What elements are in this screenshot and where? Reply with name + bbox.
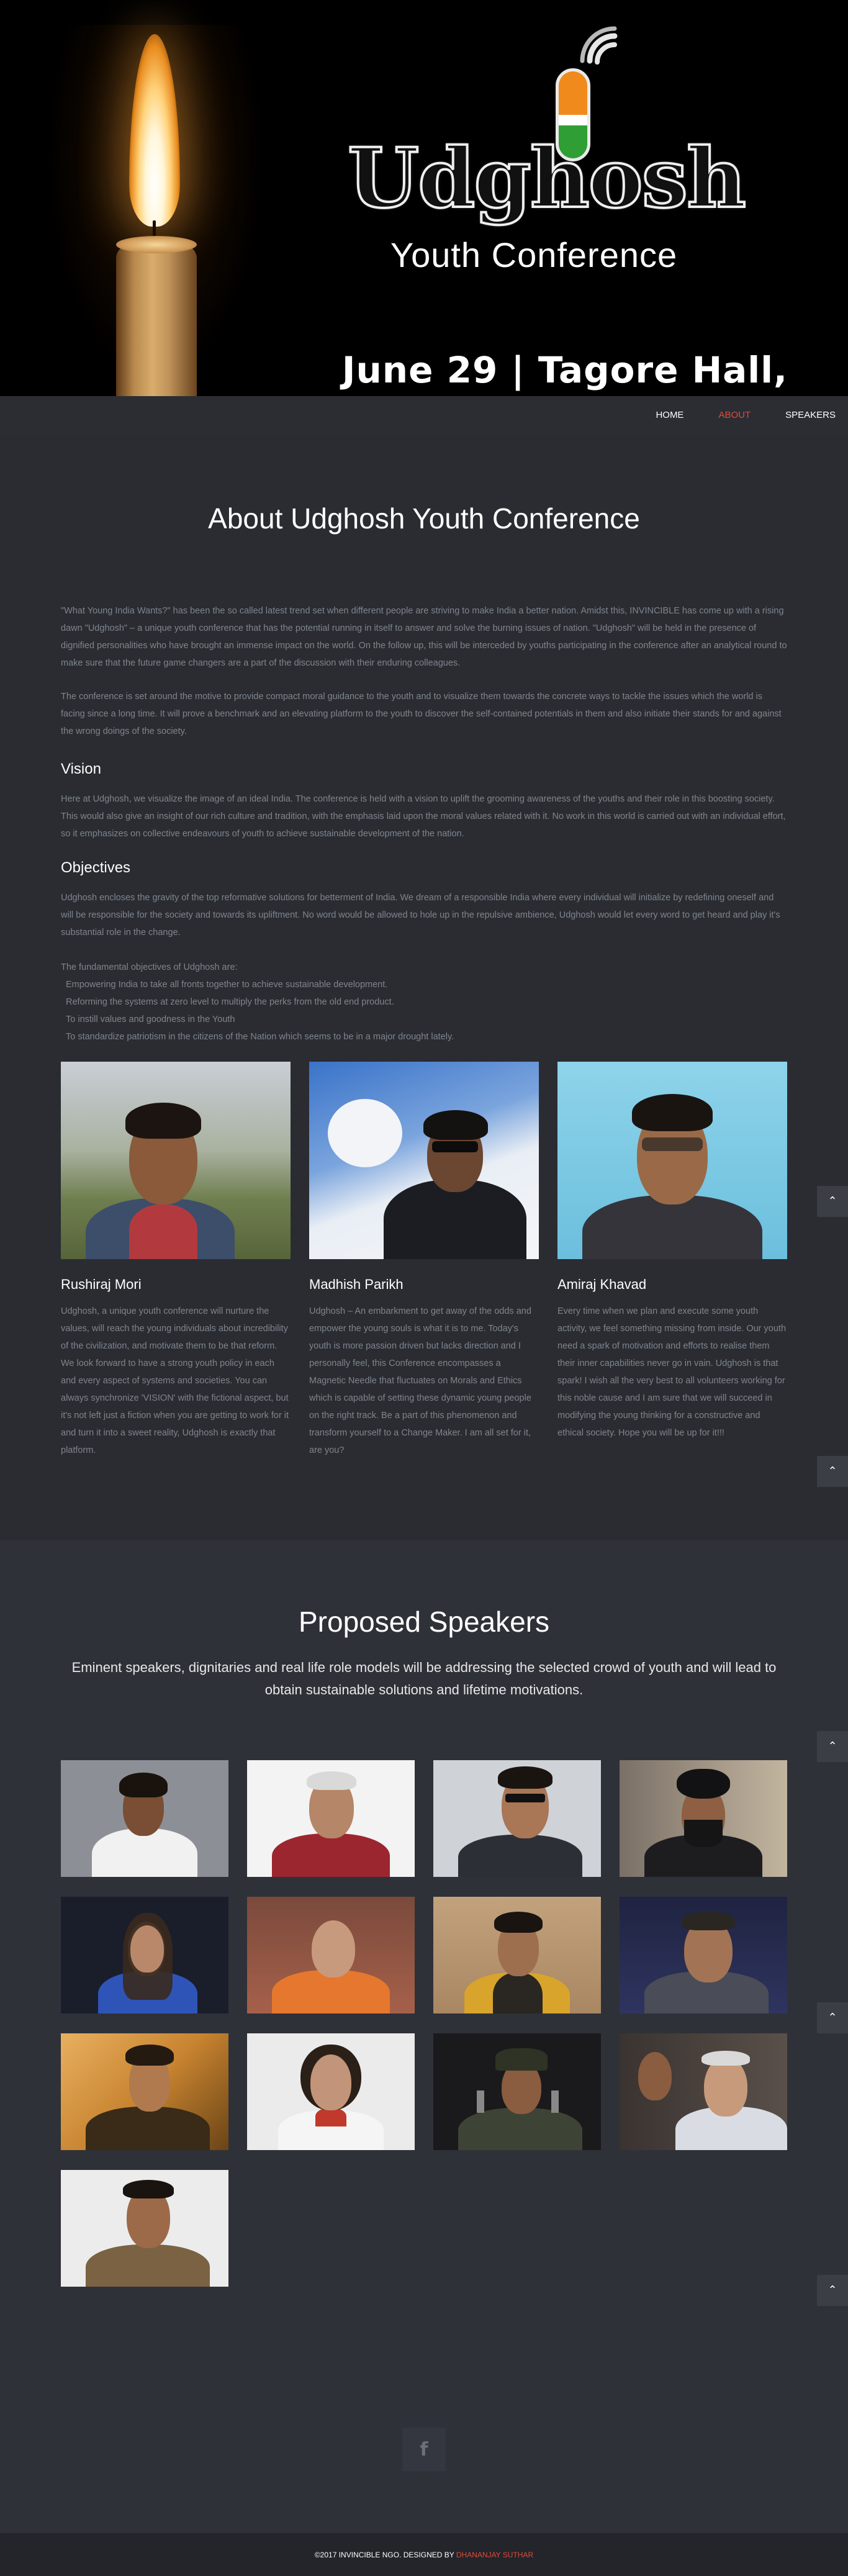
list-item: Reforming the systems at zero level to m… (66, 997, 394, 1007)
speaker-photo[interactable] (433, 2033, 601, 2150)
brand-tagline: Youth Conference (390, 235, 678, 274)
speaker-photo[interactable] (247, 1760, 415, 1877)
nav-links: Home About Speakers (656, 410, 836, 420)
footer-credits: ©2017 INVINCIBLE NGO. DESIGNED BY DHANAN… (0, 2551, 848, 2559)
organiser-photo (557, 1062, 787, 1259)
organiser-photo (309, 1062, 539, 1259)
about-intro-paragraph-2: The conference is set around the motive … (61, 692, 782, 736)
site-footer: ©2017 INVINCIBLE NGO. DESIGNED BY DHANAN… (0, 2533, 848, 2576)
organiser-card: Amiraj Khavad Every time when we plan an… (557, 1062, 787, 1442)
speaker-photo[interactable] (61, 1897, 228, 2013)
vision-heading: Vision (61, 761, 101, 777)
list-item: To standardize patriotism in the citizen… (66, 1032, 454, 1042)
chevron-up-icon: ⌃ (828, 2011, 837, 2024)
organiser-card: Madhish Parikh Udghosh – An embarkment t… (309, 1062, 539, 1459)
facebook-icon: f (420, 2438, 428, 2461)
organiser-name: Amiraj Khavad (557, 1277, 647, 1292)
vision-text: Here at Udghosh, we visualize the image … (61, 794, 786, 839)
chevron-up-icon: ⌃ (828, 1465, 837, 1478)
speakers-title: Proposed Speakers (298, 1606, 550, 1638)
organiser-name: Rushiraj Mori (61, 1277, 142, 1292)
designer-link[interactable]: DHANANJAY SUTHAR (456, 2551, 533, 2559)
organiser-name: Madhish Parikh (309, 1277, 404, 1292)
udghosh-logo: Udghosh Youth Conference (346, 19, 747, 279)
speakers-section: Proposed Speakers Eminent speakers, dign… (0, 1540, 848, 2533)
nav-speakers[interactable]: Speakers (785, 410, 836, 420)
speaker-photo[interactable] (61, 2170, 228, 2287)
speaker-photo[interactable] (433, 1760, 601, 1877)
speaker-photo[interactable] (620, 1897, 787, 2013)
footer-copyright: ©2017 INVINCIBLE NGO. DESIGNED BY (314, 2551, 454, 2559)
organiser-message: Every time when we plan and execute some… (557, 1306, 787, 1438)
nav-home[interactable]: Home (656, 410, 683, 420)
organiser-card: Rushiraj Mori Udghosh, a unique youth co… (61, 1062, 291, 1459)
facebook-button[interactable]: f (402, 2428, 446, 2471)
scroll-to-top-button[interactable]: ⌃ (817, 2275, 848, 2306)
brand-name: Udghosh (346, 129, 747, 228)
chevron-up-icon: ⌃ (828, 1740, 837, 1753)
objectives-list: Empowering India to take all fronts toge… (61, 976, 787, 1046)
objectives-text: Udghosh encloses the gravity of the top … (61, 893, 780, 938)
chevron-up-icon: ⌃ (828, 1195, 837, 1208)
speaker-photo[interactable] (247, 1897, 415, 2013)
scroll-to-top-button[interactable]: ⌃ (817, 1731, 848, 1762)
event-date-venue: June 29 | Tagore Hall, A'bad (341, 349, 788, 396)
scroll-to-top-button[interactable]: ⌃ (817, 1456, 848, 1487)
speaker-photo[interactable] (620, 1760, 787, 1877)
about-intro-paragraph-1: "What Young India Wants?" has been the s… (61, 606, 787, 668)
chevron-up-icon: ⌃ (828, 2284, 837, 2297)
speaker-photo[interactable] (433, 1897, 601, 2013)
candle-top (116, 236, 197, 253)
organiser-message: Udghosh, a unique youth conference will … (61, 1306, 289, 1455)
hero-banner: Udghosh Youth Conference June 29 | Tagor… (0, 0, 848, 396)
main-navigation: Home About Speakers (0, 396, 848, 435)
nav-about[interactable]: About (718, 410, 751, 420)
objectives-list-block: The fundamental objectives of Udghosh ar… (61, 959, 787, 1046)
speaker-photo[interactable] (61, 2033, 228, 2150)
speaker-photo[interactable] (61, 1760, 228, 1877)
organiser-photo (61, 1062, 291, 1259)
scroll-to-top-button[interactable]: ⌃ (817, 1186, 848, 1217)
organiser-message: Udghosh – An embarkment to get away of t… (309, 1306, 531, 1455)
list-item: To instill values and goodness in the Yo… (66, 1015, 235, 1024)
scroll-to-top-button[interactable]: ⌃ (817, 2002, 848, 2033)
speakers-subtitle: Eminent speakers, dignitaries and real l… (71, 1660, 777, 1697)
candle-image (116, 239, 197, 396)
objectives-heading: Objectives (61, 859, 131, 876)
speaker-photo[interactable] (247, 2033, 415, 2150)
objectives-list-intro: The fundamental objectives of Udghosh ar… (61, 962, 238, 972)
list-item: Empowering India to take all fronts toge… (66, 980, 388, 990)
about-title: About Udghosh Youth Conference (208, 502, 640, 535)
speaker-photo[interactable] (620, 2033, 787, 2150)
